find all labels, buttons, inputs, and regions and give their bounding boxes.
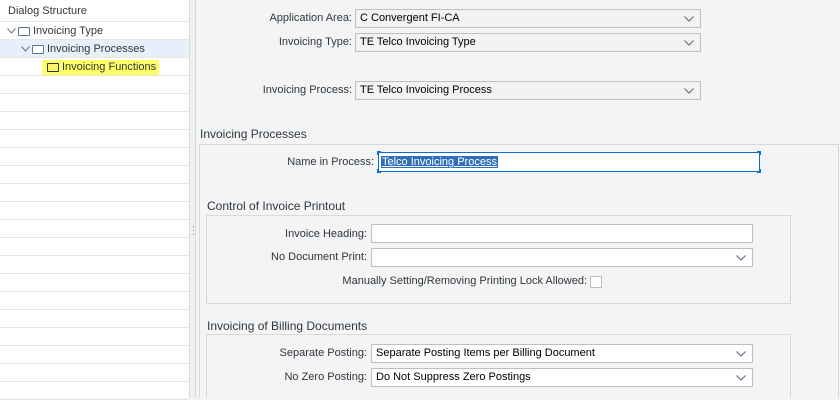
invoice-printout-title: Control of Invoice Printout xyxy=(207,199,346,213)
tree-item-invoicing-functions[interactable]: Invoicing Functions xyxy=(0,58,189,76)
tree-empty-row xyxy=(0,238,189,256)
chevron-down-icon[interactable] xyxy=(684,34,694,51)
printing-lock-checkbox[interactable] xyxy=(590,276,602,288)
separate-posting-value: Separate Posting Items per Billing Docum… xyxy=(376,347,595,359)
dialog-structure-panel: Dialog Structure Invoicing Type Invoicin… xyxy=(0,0,190,400)
name-in-process-value: Telco Invoicing Process xyxy=(381,156,498,168)
tree-empty-row xyxy=(0,148,189,166)
no-zero-posting-value: Do Not Suppress Zero Postings xyxy=(376,371,531,383)
tree-item-invoicing-type[interactable]: Invoicing Type xyxy=(0,22,189,40)
application-area-label: Application Area: xyxy=(269,12,352,24)
tree-empty-row xyxy=(0,382,189,400)
no-document-print-label: No Document Print: xyxy=(271,251,367,263)
name-in-process-input[interactable]: Telco Invoicing Process xyxy=(377,151,761,173)
folder-icon xyxy=(47,62,59,72)
tree-empty-row xyxy=(0,76,189,94)
chevron-down-icon[interactable] xyxy=(736,369,746,386)
invoice-heading-input[interactable] xyxy=(371,224,753,243)
tree-empty-row xyxy=(0,328,189,346)
chevron-down-icon[interactable] xyxy=(684,82,694,99)
resize-corner xyxy=(377,169,381,173)
billing-documents-title: Invoicing of Billing Documents xyxy=(207,319,368,333)
drag-handle-icon[interactable]: · · · xyxy=(192,222,195,239)
no-zero-posting-label: No Zero Posting: xyxy=(284,371,367,383)
tree-empty-row xyxy=(0,202,189,220)
folder-open-icon xyxy=(32,44,44,54)
chevron-down-icon[interactable] xyxy=(684,10,694,27)
separate-posting-select[interactable]: Separate Posting Items per Billing Docum… xyxy=(371,344,753,363)
tree-item-invoicing-processes[interactable]: Invoicing Processes xyxy=(0,40,189,58)
invoicing-type-label: Invoicing Type: xyxy=(278,36,352,48)
resize-corner xyxy=(377,151,381,155)
invoicing-processes-title: Invoicing Processes xyxy=(200,127,307,141)
tree-item-label: Invoicing Type xyxy=(33,25,104,37)
resize-corner xyxy=(757,169,761,173)
tree-item-label: Invoicing Processes xyxy=(47,43,145,55)
chevron-down-icon[interactable] xyxy=(736,249,746,266)
printing-lock-label: Manually Setting/Removing Printing Lock … xyxy=(342,275,587,287)
resize-corner xyxy=(757,151,761,155)
invoicing-process-label: Invoicing Process: xyxy=(262,84,352,96)
tree-empty-row xyxy=(0,346,189,364)
tree-empty-row xyxy=(0,310,189,328)
tree-empty-row xyxy=(0,364,189,382)
tree-empty-row xyxy=(0,184,189,202)
no-zero-posting-select[interactable]: Do Not Suppress Zero Postings xyxy=(371,368,753,387)
name-in-process-label: Name in Process: xyxy=(287,156,374,168)
separate-posting-label: Separate Posting: xyxy=(279,347,367,359)
invoice-heading-label: Invoice Heading: xyxy=(285,228,367,240)
application-area-value: C Convergent FI-CA xyxy=(360,12,460,24)
no-document-print-select[interactable] xyxy=(371,248,753,267)
tree-empty-row xyxy=(0,94,189,112)
dialog-structure-title: Dialog Structure xyxy=(0,0,189,22)
panel-splitter[interactable]: · · · xyxy=(190,0,196,398)
highlighted-tree-item: Invoicing Functions xyxy=(42,59,160,75)
application-area-select[interactable]: C Convergent FI-CA xyxy=(355,9,701,28)
invoicing-process-value: TE Telco Invoicing Process xyxy=(360,84,492,96)
tree-empty-row xyxy=(0,112,189,130)
tree-empty-row xyxy=(0,220,189,238)
main-content: Application Area: C Convergent FI-CA Inv… xyxy=(197,0,840,398)
invoicing-type-select[interactable]: TE Telco Invoicing Type xyxy=(355,33,701,52)
tree-item-label: Invoicing Functions xyxy=(62,61,157,73)
chevron-down-icon[interactable] xyxy=(736,345,746,362)
chevron-down-icon[interactable] xyxy=(6,22,16,40)
tree-empty-row xyxy=(0,130,189,148)
tree-empty-row xyxy=(0,166,189,184)
invoicing-process-select[interactable]: TE Telco Invoicing Process xyxy=(355,81,701,100)
folder-open-icon xyxy=(18,26,30,36)
tree-empty-row xyxy=(0,274,189,292)
invoicing-type-value: TE Telco Invoicing Type xyxy=(360,36,476,48)
tree-empty-row xyxy=(0,256,189,274)
chevron-down-icon[interactable] xyxy=(20,40,30,58)
tree-empty-row xyxy=(0,292,189,310)
